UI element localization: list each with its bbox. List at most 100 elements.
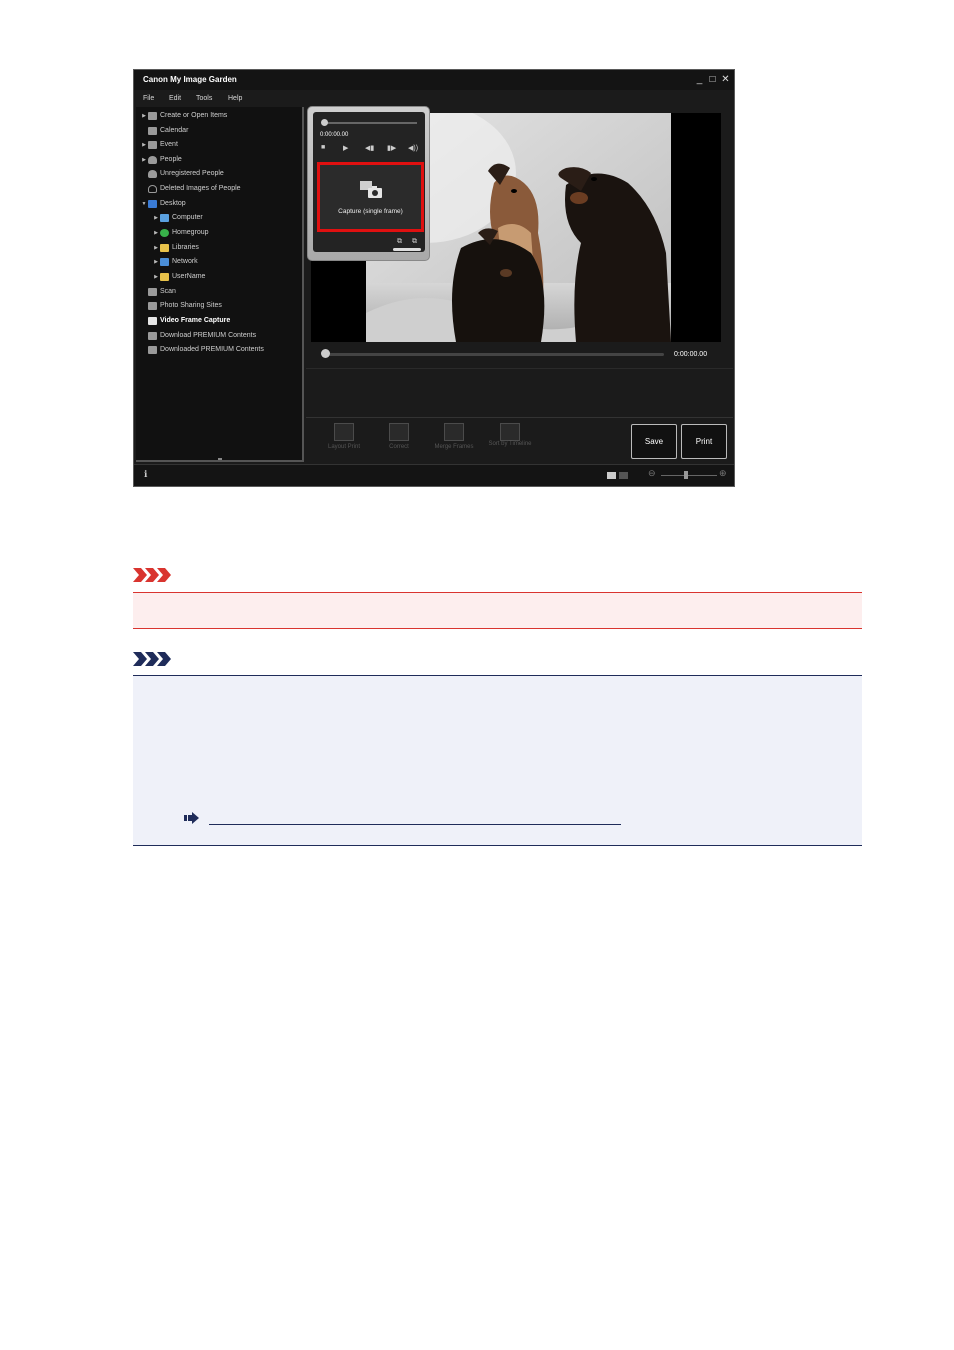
sidebar-item-label: Desktop — [160, 200, 186, 207]
people-icon — [148, 155, 157, 164]
merge-frames-tool[interactable]: Merge Frames — [430, 423, 478, 451]
title-bar: Canon My Image Garden _ □ ✕ — [134, 70, 734, 90]
video-time-readout: 0:00:00.00 — [674, 351, 708, 358]
sidebar-item-video-frame-capture[interactable]: Video Frame Capture — [140, 314, 230, 327]
libraries-icon — [160, 243, 169, 252]
video-seek-bar[interactable] — [324, 353, 664, 356]
photo-sharing-icon — [148, 301, 157, 310]
video-frame-capture-icon — [148, 316, 157, 325]
sidebar-item-scan[interactable]: Scan — [140, 285, 176, 298]
menu-help[interactable]: Help — [228, 95, 242, 102]
filmstrip-area — [306, 368, 733, 416]
collapse-arrow-icon[interactable]: ▼ — [140, 201, 148, 207]
expand-arrow-icon[interactable]: ▶ — [152, 245, 160, 251]
layout-print-tool[interactable]: Layout Print — [320, 423, 368, 451]
user-folder-icon — [160, 272, 169, 281]
sidebar-item-label: Network — [172, 258, 198, 265]
minimize-button[interactable]: _ — [694, 73, 705, 86]
play-icon[interactable]: ▶ — [343, 144, 348, 152]
reference-link[interactable] — [209, 824, 621, 825]
important-box — [133, 592, 862, 629]
stop-icon[interactable]: ■ — [321, 144, 325, 151]
menu-tools[interactable]: Tools — [196, 95, 212, 102]
zoom-slider-knob[interactable] — [684, 471, 688, 479]
sidebar-item-create-or-open-items[interactable]: ▶ Create or Open Items — [140, 109, 227, 122]
sidebar-item-label: Event — [160, 141, 178, 148]
capture-panel-inner: 0:00:00.00 ■ ▶ ◀▮ ▮▶ ◀)) Capture (single… — [313, 112, 425, 252]
sidebar-item-event[interactable]: ▶ Event — [140, 138, 178, 151]
expand-arrow-icon[interactable]: ▶ — [152, 230, 160, 236]
bottom-toolbar: Layout Print Correct Merge Frames Sort b… — [306, 417, 733, 463]
expand-arrow-icon[interactable]: ▶ — [152, 259, 160, 265]
sidebar-item-unregistered-people[interactable]: Unregistered People — [140, 167, 224, 180]
sidebar-item-label: Libraries — [172, 244, 199, 251]
sidebar-resize-handle[interactable] — [218, 458, 222, 460]
sidebar-item-network[interactable]: ▶ Network — [152, 255, 198, 268]
sort-by-timeline-icon — [500, 423, 520, 441]
tool-label: Layout Print — [327, 444, 361, 450]
maximize-button[interactable]: □ — [707, 73, 718, 86]
panel-time-readout: 0:00:00.00 — [320, 132, 349, 138]
print-button[interactable]: Print — [681, 424, 727, 459]
panel-seek-knob[interactable] — [321, 119, 328, 126]
capture-single-frame-button[interactable]: Capture (single frame) — [317, 162, 424, 232]
sidebar-item-label: Create or Open Items — [160, 112, 228, 119]
expand-arrow-icon[interactable]: ▶ — [140, 142, 148, 148]
save-button[interactable]: Save — [631, 424, 677, 459]
info-icon[interactable]: ℹ — [144, 469, 147, 480]
sidebar-item-label: Homegroup — [172, 229, 209, 236]
expand-arrow-icon[interactable]: ▶ — [152, 215, 160, 221]
correct-tool[interactable]: Correct — [375, 423, 423, 451]
menu-edit[interactable]: Edit — [169, 95, 181, 102]
app-window: Canon My Image Garden _ □ ✕ File Edit To… — [133, 69, 735, 487]
sidebar-item-label: Calendar — [160, 127, 189, 134]
capture-multiple-icon[interactable]: ⧉ — [412, 238, 417, 246]
note-box — [133, 675, 862, 846]
volume-icon[interactable]: ◀)) — [408, 144, 418, 152]
sidebar-item-libraries[interactable]: ▶ Libraries — [152, 241, 199, 254]
menu-file[interactable]: File — [143, 95, 154, 102]
sidebar-item-homegroup[interactable]: ▶ Homegroup — [152, 226, 209, 239]
sidebar-item-deleted-images-of-people[interactable]: Deleted Images of People — [140, 182, 241, 195]
sidebar-item-calendar[interactable]: Calendar — [140, 124, 188, 137]
capture-camera-icon — [360, 181, 382, 198]
expand-arrow-icon[interactable]: ▶ — [140, 113, 148, 119]
panel-seek-bar[interactable] — [323, 122, 417, 124]
layout-print-icon — [334, 423, 354, 441]
sidebar-item-download-premium-contents[interactable]: Download PREMIUM Contents — [140, 329, 256, 342]
video-seek-knob[interactable] — [321, 349, 330, 358]
downloaded-premium-icon — [148, 345, 157, 354]
window-title: Canon My Image Garden — [143, 75, 237, 84]
zoom-slider[interactable] — [661, 475, 717, 476]
sidebar-item-label: Photo Sharing Sites — [160, 302, 222, 309]
zoom-out-icon[interactable]: ⊖ — [648, 468, 656, 479]
computer-icon — [160, 213, 169, 222]
tool-label: Merge Frames — [434, 444, 474, 450]
capture-slider[interactable] — [393, 248, 421, 251]
sidebar-item-desktop[interactable]: ▼ Desktop — [140, 197, 186, 210]
expand-arrow-icon[interactable]: ▶ — [152, 274, 160, 280]
zoom-in-icon[interactable]: ⊕ — [719, 468, 727, 479]
previous-frame-icon[interactable]: ◀▮ — [365, 144, 374, 152]
sidebar-item-people[interactable]: ▶ People — [140, 153, 182, 166]
note-icon — [133, 652, 171, 666]
expand-arrow-icon[interactable]: ▶ — [140, 157, 148, 163]
create-items-icon — [148, 111, 157, 120]
sidebar-item-username[interactable]: ▶ UserName — [152, 270, 205, 283]
close-button[interactable]: ✕ — [720, 73, 731, 86]
sidebar-item-downloaded-premium-contents[interactable]: Downloaded PREMIUM Contents — [140, 343, 264, 356]
desktop-icon — [148, 199, 157, 208]
sidebar-item-label: Downloaded PREMIUM Contents — [160, 346, 264, 353]
sidebar-item-photo-sharing-sites[interactable]: Photo Sharing Sites — [140, 299, 222, 312]
next-frame-icon[interactable]: ▮▶ — [387, 144, 396, 152]
link-arrow-icon — [184, 812, 199, 824]
capture-mode-icon[interactable]: ⧉ — [397, 238, 402, 246]
capture-control-panel: 0:00:00.00 ■ ▶ ◀▮ ▮▶ ◀)) Capture (single… — [307, 106, 430, 261]
capture-single-frame-label: Capture (single frame) — [338, 208, 403, 215]
calendar-icon — [148, 126, 157, 135]
sidebar: ▶ Create or Open Items Calendar ▶ Event … — [136, 107, 304, 462]
sidebar-item-computer[interactable]: ▶ Computer — [152, 211, 203, 224]
view-mode-thumbnail-icon[interactable] — [607, 472, 616, 479]
sort-by-timeline-tool[interactable]: Sort by Timeline — [484, 423, 536, 448]
view-mode-details-icon[interactable] — [619, 472, 628, 479]
